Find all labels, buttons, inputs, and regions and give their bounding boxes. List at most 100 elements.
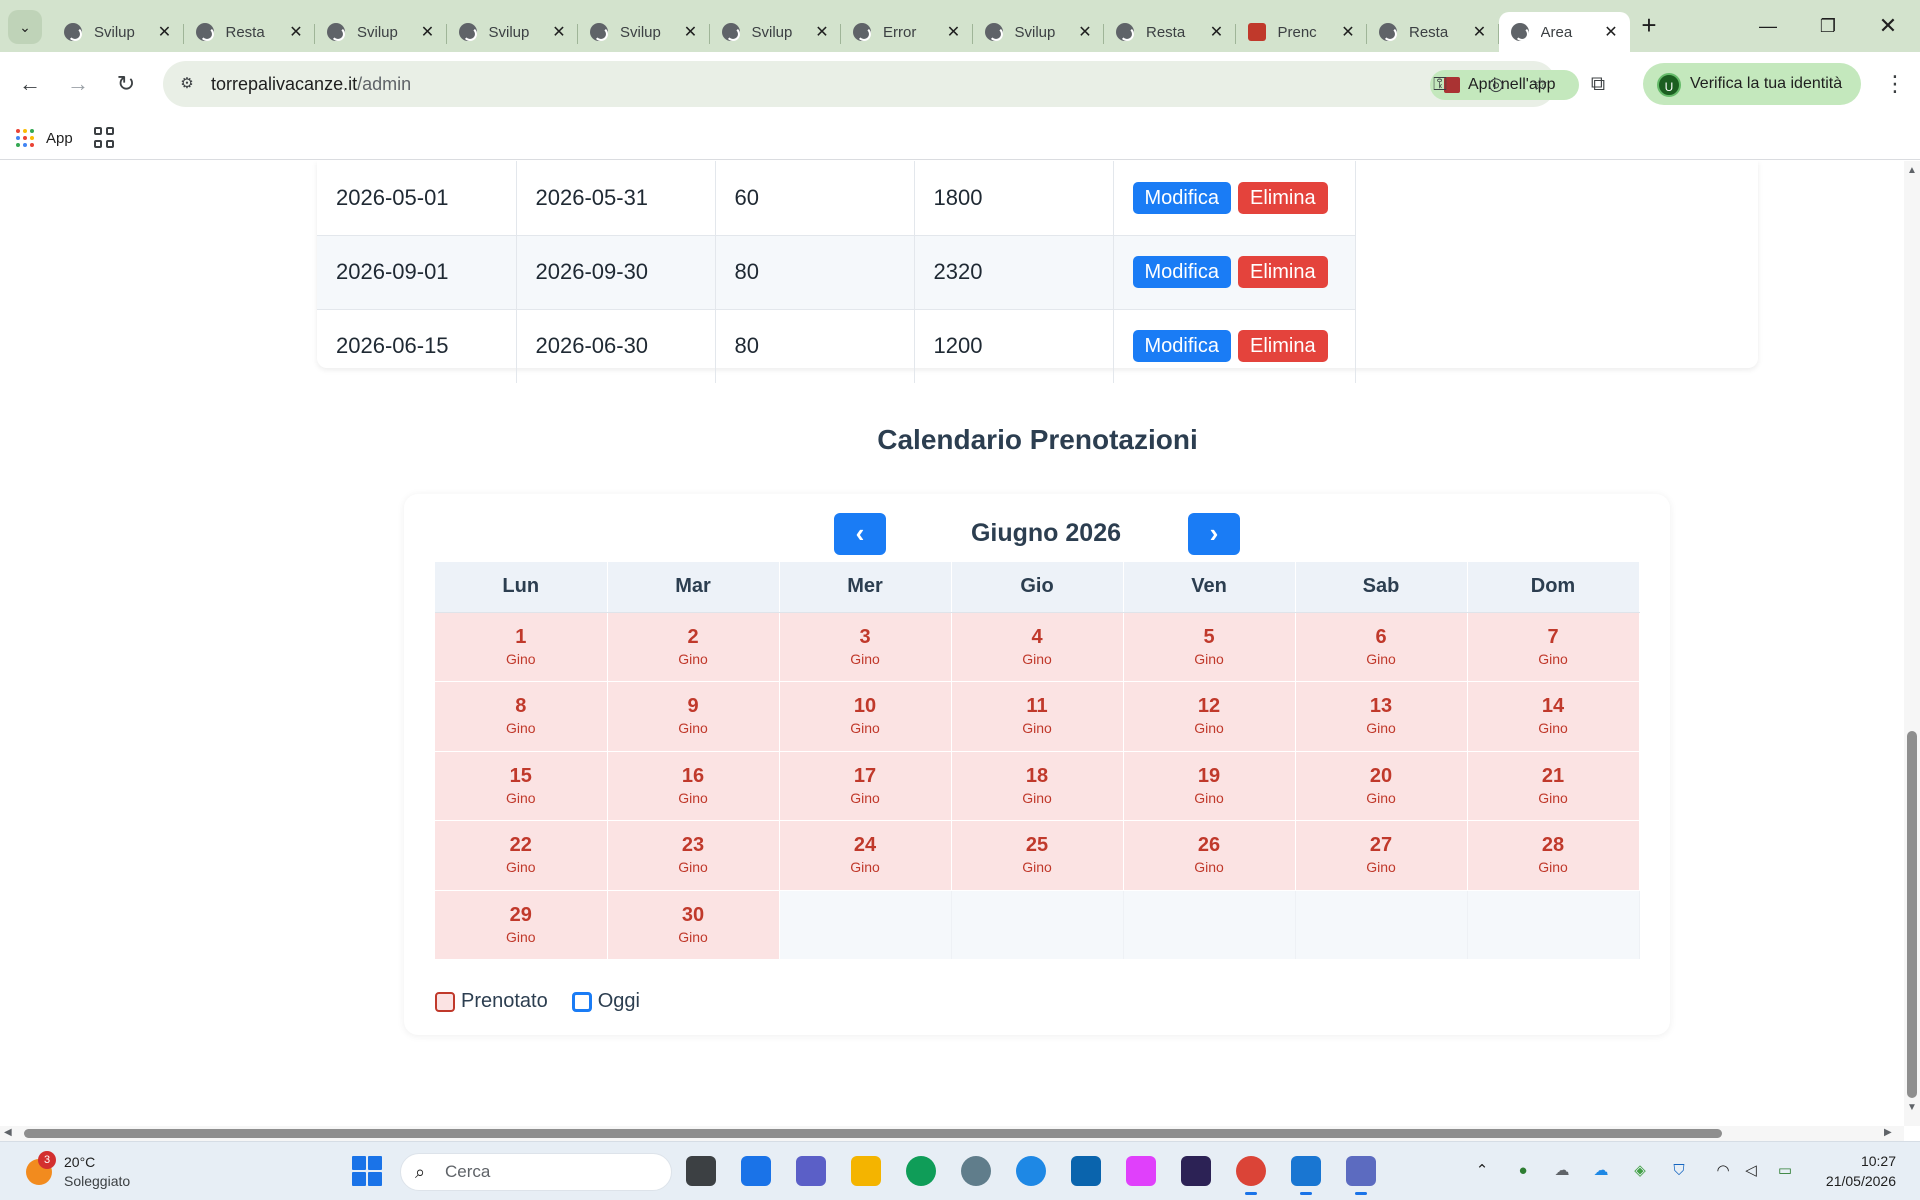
tab-close-icon[interactable]: ✕ (945, 22, 963, 42)
tab-search-button[interactable]: ⌄ (8, 10, 42, 44)
extensions-puzzle-icon[interactable]: ⧉ (1580, 66, 1616, 102)
file-explorer-icon[interactable] (851, 1156, 881, 1186)
back-button[interactable]: ← (12, 66, 48, 102)
task-view-icon[interactable] (686, 1156, 716, 1186)
browser-tab[interactable]: Prenc ✕ (1236, 12, 1368, 52)
calendar-day-booked[interactable]: 10 Gino (779, 681, 952, 752)
next-month-button[interactable]: › (1188, 513, 1240, 555)
calendar-day-booked[interactable]: 16 Gino (607, 751, 780, 821)
tab-close-icon[interactable]: ✕ (682, 22, 700, 42)
edge-dev-icon[interactable] (1016, 1156, 1046, 1186)
browser-tab[interactable]: Svilup ✕ (973, 12, 1105, 52)
close-window-button[interactable]: ✕ (1868, 8, 1908, 44)
start-windows-icon[interactable] (352, 1156, 382, 1186)
calendar-day-booked[interactable]: 2 Gino (607, 612, 780, 682)
edge-icon[interactable] (906, 1156, 936, 1186)
calendar-day-booked[interactable]: 1 Gino (435, 612, 608, 682)
scroll-left-icon[interactable]: ◀ (4, 1127, 12, 1138)
scroll-right-icon[interactable]: ▶ (1884, 1127, 1892, 1138)
tab-close-icon[interactable]: ✕ (419, 22, 437, 42)
volume-icon[interactable]: ◁ (1740, 1160, 1762, 1182)
calendar-day-booked[interactable]: 19 Gino (1123, 751, 1296, 821)
browser-tab[interactable]: Svilup ✕ (447, 12, 579, 52)
calendar-day-booked[interactable]: 13 Gino (1295, 681, 1468, 752)
onedrive-icon[interactable]: ☁ (1590, 1160, 1612, 1182)
calendar-day-booked[interactable]: 18 Gino (951, 751, 1124, 821)
browser-tab[interactable]: Error ✕ (841, 12, 973, 52)
edit-button[interactable]: Modifica (1132, 256, 1231, 288)
calendar-day-booked[interactable]: 6 Gino (1295, 612, 1468, 682)
weather-widget[interactable]: 3 20°C Soleggiato (26, 1151, 130, 1192)
browser-tab[interactable]: Resta ✕ (1104, 12, 1236, 52)
bookmark-star-icon[interactable]: ☆ (1526, 70, 1554, 98)
vertical-scroll-thumb[interactable] (1907, 731, 1917, 1098)
copilot-icon[interactable] (1126, 1156, 1156, 1186)
tab-close-icon[interactable]: ✕ (1208, 22, 1226, 42)
calendar-day-booked[interactable]: 11 Gino (951, 681, 1124, 752)
tab-close-icon[interactable]: ✕ (813, 22, 831, 42)
horizontal-scrollbar[interactable]: ◀ ▶ (0, 1126, 1904, 1141)
calendar-day-booked[interactable]: 27 Gino (1295, 820, 1468, 891)
tab-close-icon[interactable]: ✕ (156, 22, 174, 42)
restore-button[interactable]: ❐ (1808, 8, 1848, 44)
store-icon[interactable] (741, 1156, 771, 1186)
vpn-icon[interactable] (961, 1156, 991, 1186)
eclipse-icon[interactable] (1181, 1156, 1211, 1186)
prev-month-button[interactable]: ‹ (834, 513, 886, 555)
browser-tab[interactable]: Svilup ✕ (578, 12, 710, 52)
site-info-icon[interactable]: ⚙ (175, 72, 199, 96)
scroll-down-icon[interactable]: ▼ (1907, 1102, 1917, 1113)
battery-icon[interactable]: ▭ (1774, 1160, 1796, 1182)
reload-button[interactable]: ↻ (108, 66, 144, 102)
calendar-day-booked[interactable]: 22 Gino (435, 820, 608, 891)
calendar-day-booked[interactable]: 4 Gino (951, 612, 1124, 682)
eye-off-icon[interactable]: ◎ (1482, 70, 1510, 98)
outlook-icon[interactable] (1071, 1156, 1101, 1186)
security-check-icon[interactable]: ● (1512, 1160, 1534, 1182)
vertical-scrollbar[interactable]: ▲ ▼ (1904, 161, 1920, 1126)
calendar-day-booked[interactable]: 21 Gino (1467, 751, 1640, 821)
calendar-day-booked[interactable]: 14 Gino (1467, 681, 1640, 752)
tab-close-icon[interactable]: ✕ (1602, 22, 1620, 42)
calendar-day-booked[interactable]: 30 Gino (607, 890, 780, 960)
verify-identity-button[interactable]: U Verifica la tua identità (1643, 63, 1861, 105)
new-tab-button[interactable]: + (1635, 12, 1663, 40)
url-text[interactable]: torrepalivacanze.it/admin (211, 74, 411, 95)
password-key-icon[interactable]: ⚿ (1426, 70, 1454, 98)
calendar-day-booked[interactable]: 15 Gino (435, 751, 608, 821)
calendar-day-booked[interactable]: 3 Gino (779, 612, 952, 682)
defender-icon[interactable]: ◈ (1629, 1160, 1651, 1182)
delete-button[interactable]: Elimina (1237, 181, 1328, 214)
snipping-tool-icon[interactable] (1346, 1156, 1376, 1195)
calendar-day-booked[interactable]: 17 Gino (779, 751, 952, 821)
bookmark-apps[interactable]: App (16, 126, 73, 150)
tab-close-icon[interactable]: ✕ (1339, 22, 1357, 42)
calendar-day-booked[interactable]: 25 Gino (951, 820, 1124, 891)
browser-tab[interactable]: Resta ✕ (1367, 12, 1499, 52)
wifi-icon[interactable]: ◠ (1712, 1160, 1734, 1182)
tab-close-icon[interactable]: ✕ (1471, 22, 1489, 42)
edit-button[interactable]: Modifica (1132, 181, 1231, 214)
address-bar[interactable]: ⚙ torrepalivacanze.it/admin Apri nell'ap… (163, 61, 1579, 107)
scroll-up-icon[interactable]: ▲ (1907, 165, 1917, 176)
cloud-icon[interactable]: ☁ (1551, 1160, 1573, 1182)
delete-button[interactable]: Elimina (1237, 330, 1328, 363)
browser-tab[interactable]: Area ✕ (1498, 12, 1630, 52)
calendar-day-booked[interactable]: 28 Gino (1467, 820, 1640, 891)
forward-button[interactable]: → (60, 66, 96, 102)
tab-groups-icon[interactable] (94, 127, 116, 149)
edit-button[interactable]: Modifica (1132, 330, 1231, 363)
delete-button[interactable]: Elimina (1237, 256, 1328, 288)
more-menu-icon[interactable]: ⋮ (1877, 66, 1913, 102)
calendar-day-booked[interactable]: 7 Gino (1467, 612, 1640, 682)
calendar-day-booked[interactable]: 8 Gino (435, 681, 608, 752)
minimize-button[interactable]: — (1748, 8, 1788, 44)
calendar-day-booked[interactable]: 12 Gino (1123, 681, 1296, 752)
chevron-up-icon[interactable]: ⌃ (1471, 1160, 1493, 1182)
browser-tab[interactable]: Svilup ✕ (52, 12, 184, 52)
calendar-day-booked[interactable]: 23 Gino (607, 820, 780, 891)
shield-icon[interactable]: ⛉ (1668, 1160, 1690, 1182)
calendar-day-booked[interactable]: 24 Gino (779, 820, 952, 891)
tab-close-icon[interactable]: ✕ (1076, 22, 1094, 42)
teams-icon[interactable] (796, 1156, 826, 1186)
